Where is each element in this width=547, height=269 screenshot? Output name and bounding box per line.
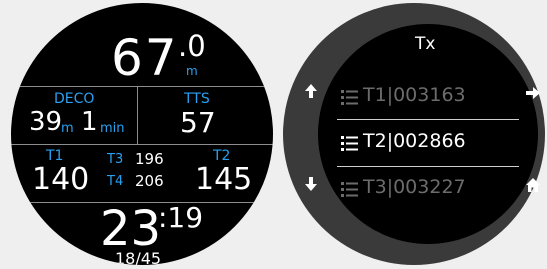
list-item-t3[interactable]: T3|003227 (318, 169, 538, 211)
t1-value: 140 (32, 162, 90, 197)
list-icon (341, 182, 358, 197)
arrow-up-icon[interactable] (305, 84, 317, 98)
tx-menu-screen: Tx T1|003163 T2|002866 T3|003227 (318, 24, 538, 244)
t2-value: 145 (195, 162, 253, 197)
t4-label: T4 (107, 174, 124, 189)
dive-screen: 67 .0 m DECO 39 m 1 min TTS 57 T1 140 T3… (11, 3, 273, 265)
deco-time: 1 (81, 107, 98, 137)
deco-depth: 39 (29, 107, 63, 137)
t4-value: 206 (135, 172, 164, 190)
divider-top (11, 86, 273, 87)
selection-divider-bottom (337, 166, 519, 167)
list-icon (341, 136, 358, 151)
list-item-label: T3|003227 (363, 176, 466, 198)
tts-label: TTS (184, 91, 210, 107)
t3-label: T3 (107, 152, 124, 167)
list-item-label: T1|003163 (363, 84, 466, 106)
depth-decimal: .0 (178, 29, 206, 63)
list-icon (341, 90, 358, 105)
menu-title: Tx (415, 34, 436, 54)
list-item-t2[interactable]: T2|002866 (318, 123, 538, 165)
t3-value: 196 (135, 150, 164, 168)
list-item-label: T2|002866 (363, 130, 466, 152)
deco-label: DECO (54, 91, 95, 107)
deco-depth-unit: m (61, 121, 74, 136)
t1-label: T1 (46, 148, 64, 164)
divider-middle (11, 144, 273, 145)
dive-time-seconds: :19 (158, 201, 204, 234)
tts-value: 57 (180, 106, 216, 139)
dive-time-minutes: 23 (100, 201, 162, 257)
t2-label: T2 (213, 148, 231, 164)
depth-value: 67 (111, 29, 179, 87)
gas-mix: 18/45 (115, 249, 162, 266)
home-icon[interactable] (526, 178, 540, 192)
selection-divider-top (337, 119, 519, 120)
list-item-t1[interactable]: T1|003163 (318, 77, 538, 119)
divider-middle-upper (137, 86, 138, 145)
arrow-right-icon[interactable] (526, 87, 540, 99)
arrow-down-icon[interactable] (305, 177, 317, 191)
depth-unit: m (186, 64, 198, 78)
deco-time-unit: min (100, 121, 125, 136)
